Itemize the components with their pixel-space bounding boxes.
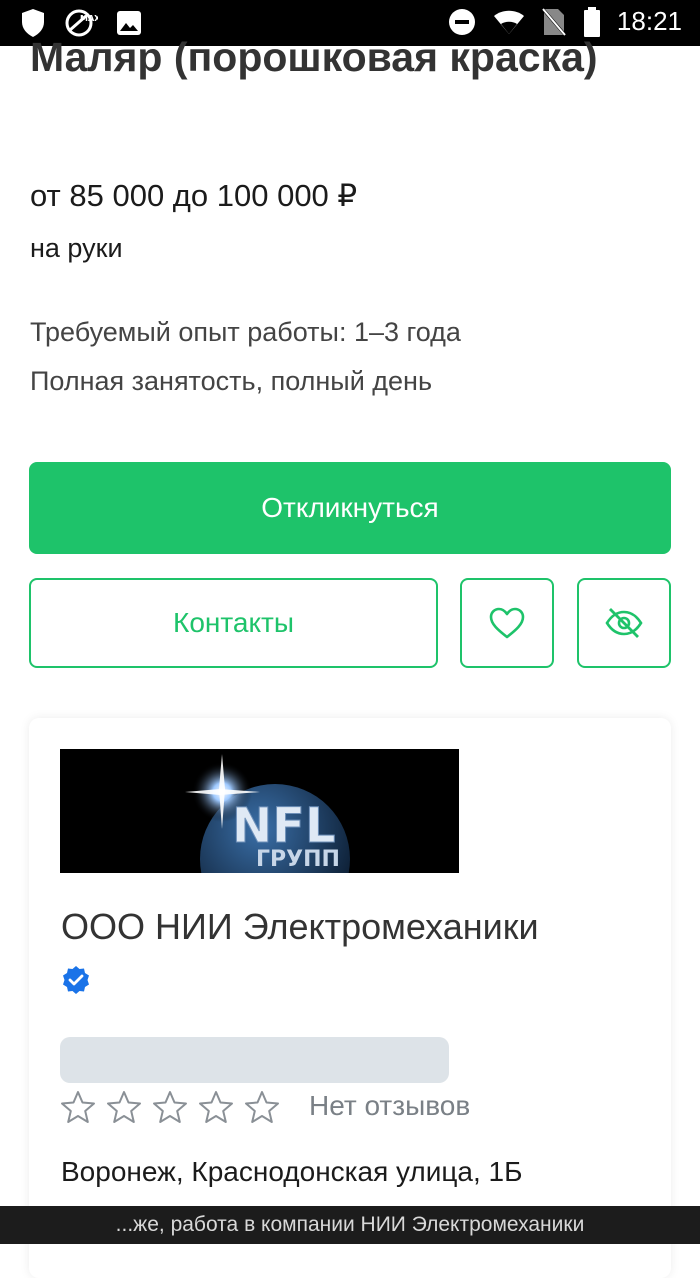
salary-range: от 85 000 до 100 000 ₽: [30, 178, 358, 213]
employment-type: Полная занятость, полный день: [30, 366, 433, 396]
eye-off-icon: [604, 605, 644, 641]
svg-text:MAX: MAX: [80, 14, 98, 23]
required-experience: Требуемый опыт работы: 1–3 года: [30, 317, 461, 347]
star-icon: [106, 1090, 142, 1124]
heart-icon: [488, 606, 526, 640]
verified-badge-icon: [61, 965, 91, 1000]
contacts-button[interactable]: Контакты: [29, 578, 438, 668]
salary-note: на руки: [30, 233, 123, 263]
company-address: Воронеж, Краснодонская улица, 1Б: [61, 1156, 523, 1187]
hide-vacancy-button[interactable]: [577, 578, 671, 668]
svg-text:NFL: NFL: [232, 798, 336, 854]
company-name[interactable]: ООО НИИ Электромеханики: [61, 906, 539, 948]
rating-placeholder: [60, 1037, 449, 1083]
favorite-button[interactable]: [460, 578, 554, 668]
star-icon: [244, 1090, 280, 1124]
star-icon: [152, 1090, 188, 1124]
company-logo[interactable]: NFL ГРУПП: [60, 749, 459, 873]
bottom-banner: ...же, работа в компании НИИ Электромеха…: [0, 1206, 700, 1244]
vacancy-title: Маляр (порошковая краска): [30, 34, 598, 80]
star-icon: [60, 1090, 96, 1124]
rating-stars: [60, 1090, 280, 1124]
company-card[interactable]: NFL ГРУПП ООО НИИ Электромеханики Нет от…: [29, 718, 671, 1278]
apply-button[interactable]: Откликнуться: [29, 462, 671, 554]
reviews-label[interactable]: Нет отзывов: [309, 1090, 470, 1122]
logo-subtext: ГРУПП: [256, 847, 340, 872]
star-icon: [198, 1090, 234, 1124]
